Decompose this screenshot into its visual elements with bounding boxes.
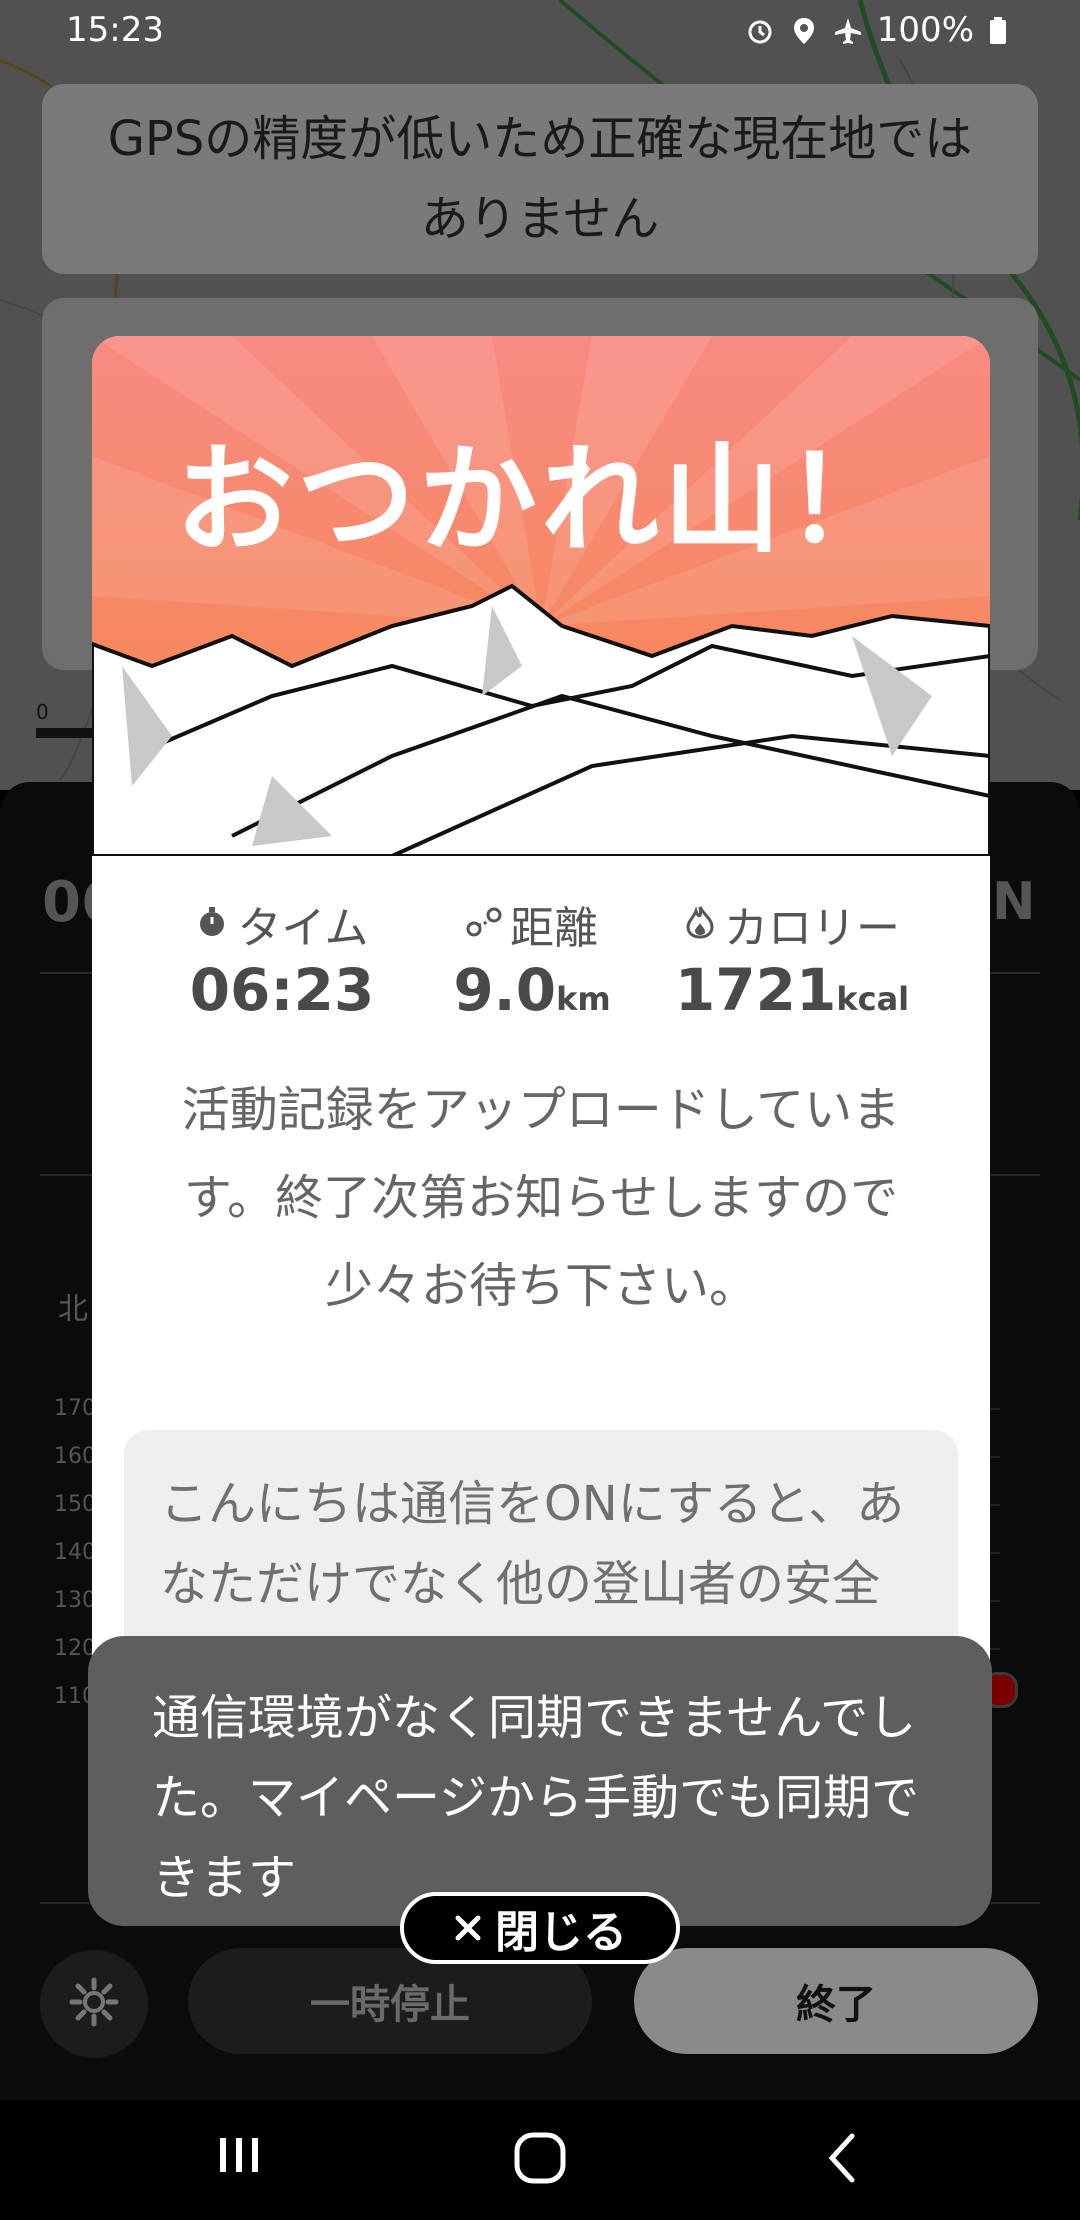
gear-icon	[67, 1975, 121, 2033]
status-bar: 15:23 100%	[0, 0, 1080, 64]
activity-stats: タイム 06:23 距離 9.0km カロリー 1721kcal	[92, 892, 990, 1062]
stat-time-value: 06:23	[189, 956, 375, 1024]
stat-distance-label: 距離	[510, 903, 598, 954]
status-time: 15:23	[66, 10, 164, 50]
y-axis-label: 130	[54, 1588, 96, 1613]
stat-time-label: タイム	[237, 903, 369, 954]
battery-level: 100%	[876, 10, 974, 50]
close-button-label: 閉じる	[495, 1907, 627, 1958]
system-navigation-bar	[0, 2100, 1080, 2220]
stat-calories: カロリー 1721kcal	[652, 892, 932, 1024]
battery-icon	[988, 15, 1018, 45]
location-icon	[789, 15, 819, 45]
flame-icon	[684, 899, 716, 950]
stopwatch-icon	[195, 899, 229, 950]
stat-calories-value: 1721	[674, 956, 837, 1024]
sync-failed-toast: 通信環境がなく同期できませんでした。マイページから手動でも同期できます	[88, 1636, 992, 1926]
close-icon	[453, 1903, 483, 1954]
end-button[interactable]: 終了	[634, 1948, 1038, 2054]
y-axis-label: 120	[54, 1636, 96, 1661]
north-indicator[interactable]: N	[992, 872, 1036, 932]
recent-apps-icon[interactable]	[214, 2130, 264, 2184]
y-axis-label: 150	[54, 1492, 96, 1517]
gps-warning-banner: GPSの精度が低いため正確な現在地ではありません	[42, 84, 1038, 274]
stat-time: タイム 06:23	[182, 892, 382, 1024]
airplane-icon	[833, 15, 863, 45]
back-icon[interactable]	[822, 2130, 862, 2190]
home-icon[interactable]	[512, 2130, 568, 2190]
y-axis-label: 140	[54, 1540, 96, 1565]
stat-distance: 距離 9.0km	[422, 892, 642, 1024]
direction-label: 北	[58, 1292, 88, 1327]
map-scale-label: 0	[36, 700, 49, 724]
stat-calories-unit: kcal	[836, 980, 910, 1018]
modal-header-illustration: おつかれ山！	[92, 336, 990, 858]
y-axis-label: 170	[54, 1396, 96, 1421]
map-scale: 0	[36, 700, 96, 738]
stat-distance-unit: km	[556, 980, 611, 1018]
close-button[interactable]: 閉じる	[400, 1892, 680, 1964]
settings-button[interactable]	[40, 1950, 148, 2058]
stat-distance-value: 9.0	[453, 956, 557, 1024]
modal-title: おつかれ山！	[174, 431, 907, 569]
upload-status-message: 活動記録をアップロードしています。終了次第お知らせしますので少々お待ち下さい。	[181, 1082, 901, 1314]
y-axis-label: 160	[54, 1444, 96, 1469]
distance-icon	[466, 899, 502, 950]
alarm-icon	[745, 15, 775, 45]
stat-calories-label: カロリー	[724, 903, 900, 954]
